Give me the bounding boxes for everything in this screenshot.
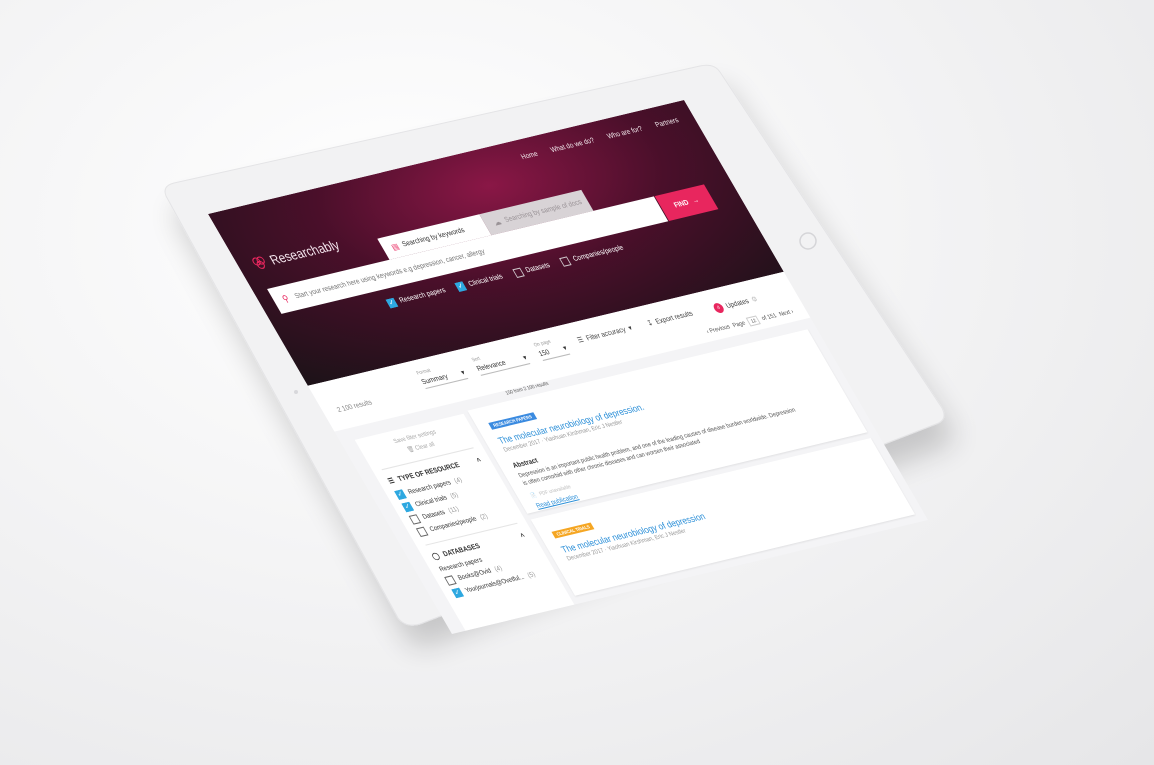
checkbox-checked-icon[interactable]: ✓ (401, 501, 415, 513)
checkbox-icon[interactable] (415, 526, 429, 538)
type-label: Datasets (421, 508, 447, 521)
page-number-input[interactable]: 12 (745, 315, 762, 327)
result-type-badge: CLINICAL TRIALS (551, 522, 595, 539)
checkbox-icon[interactable] (559, 256, 572, 267)
checkbox-icon[interactable] (408, 514, 422, 525)
checkbox-checked-icon[interactable]: ✓ (451, 587, 464, 599)
checkbox-checked-icon[interactable]: ✓ (385, 297, 399, 309)
find-button-label: FIND (672, 198, 691, 209)
download-icon: ↧ (645, 319, 655, 328)
prev-page-link[interactable]: ‹ Previous (705, 324, 731, 335)
filter-datasets[interactable]: Datasets (511, 261, 552, 279)
gear-icon: ⚙ (750, 295, 760, 304)
filter-companies-people[interactable]: Companies/people (559, 243, 626, 267)
updates-badge: 4 (711, 302, 726, 314)
chevron-up-icon: ˄ (475, 456, 483, 464)
result-meta: December 2017 · Yiaohuan Kirshman, Eric … (565, 528, 688, 563)
export-label: Export results (654, 309, 695, 326)
checkbox-icon[interactable] (444, 575, 457, 586)
result-type-badge: RESEARCH PAPERS (488, 412, 537, 430)
search-icon: ⚲ (279, 292, 291, 304)
updates-label: Updates (724, 297, 751, 310)
results-count: 2 100 results (335, 399, 374, 415)
pdf-icon: 📄 (529, 492, 539, 500)
chevron-up-icon: ˄ (518, 531, 527, 540)
caret-down-icon: ▾ (521, 354, 529, 362)
format-select[interactable]: Format Summary ▾ (415, 361, 469, 390)
clear-all-label: Clear all (414, 441, 437, 452)
caret-down-icon: ▾ (561, 344, 569, 353)
filter-label: Datasets (524, 261, 552, 275)
type-count: (4) (453, 476, 464, 485)
sort-select[interactable]: Sort Relevance ▾ (471, 346, 531, 376)
filter-label: Clinical trials (467, 273, 505, 288)
nav-home[interactable]: Home (520, 151, 540, 161)
caret-down-icon: ▾ (627, 324, 634, 333)
caret-down-icon: ▾ (459, 369, 467, 377)
next-page-link[interactable]: Next › (778, 309, 795, 318)
perpage-value: 150 (537, 348, 552, 358)
layers-icon: ☰ (387, 477, 397, 486)
keywords-icon: ▤ (389, 241, 401, 252)
nav-who-are-for[interactable]: Who are for? (606, 126, 644, 141)
app-screen: Home What do we do? Who are for? Partner… (208, 99, 928, 634)
filter-accuracy-label: Filter accuracy (584, 325, 628, 342)
checkbox-icon[interactable] (511, 267, 525, 279)
database-icon: ◯ (430, 552, 442, 561)
arrow-right-icon: → (690, 196, 701, 205)
db-heading: DATABASES (441, 542, 482, 558)
prev-label: Previous (708, 323, 732, 335)
nav-partners[interactable]: Partners (654, 117, 680, 129)
filter-clinical-trials[interactable]: ✓ Clinical trials (454, 272, 505, 292)
brand-name: Researchably (266, 236, 343, 268)
db-count: (5) (526, 571, 537, 580)
top-nav: Home What do we do? Who are for? Partner… (520, 117, 680, 161)
logo[interactable]: Researchably (248, 236, 342, 272)
filter-label: Companies/people (571, 244, 626, 263)
page-label: Page (731, 320, 747, 329)
sliders-icon: ☰ (576, 336, 586, 345)
type-count: (5) (449, 491, 460, 500)
page-of: of 151 (760, 312, 778, 322)
updates-button[interactable]: 4 Updates ⚙ (711, 294, 760, 314)
db-count: (4) (493, 564, 504, 574)
filter-accuracy-button[interactable]: ☰ Filter accuracy ▾ (576, 324, 634, 345)
filter-research-papers[interactable]: ✓ Research papers (385, 286, 448, 309)
type-count: (2) (478, 512, 490, 522)
type-count: (11) (447, 505, 461, 515)
checkbox-checked-icon[interactable]: ✓ (454, 281, 468, 292)
checkbox-checked-icon[interactable]: ✓ (394, 489, 407, 500)
perpage-select[interactable]: On page 150 ▾ (533, 336, 571, 361)
next-label: Next (777, 309, 792, 318)
filter-label: Research papers (398, 287, 448, 305)
nav-what-we-do[interactable]: What do we do? (549, 137, 596, 154)
type-label: Clinical trials (413, 494, 449, 509)
cloud-upload-icon: ☁ (491, 216, 504, 228)
export-results-button[interactable]: ↧ Export results (645, 309, 695, 328)
